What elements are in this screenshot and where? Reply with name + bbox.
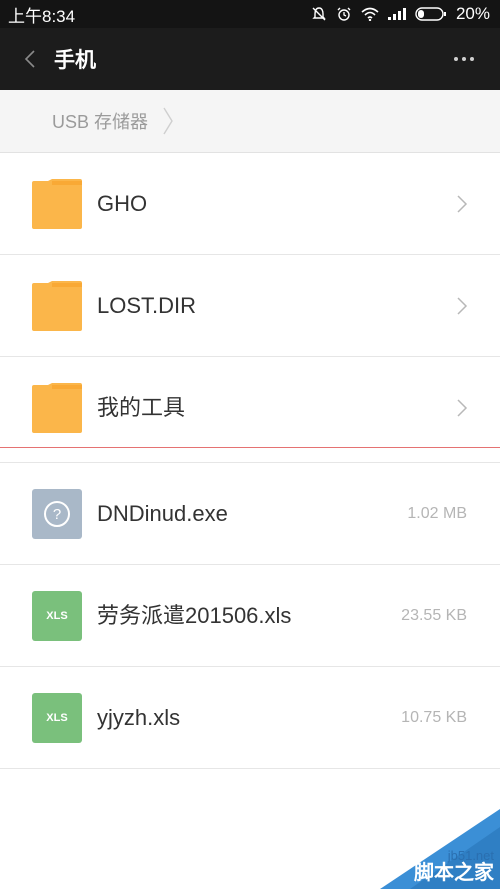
watermark-brand: 脚本之家 <box>414 862 494 884</box>
file-name: 劳务派遣201506.xls <box>97 603 292 628</box>
chevron-left-icon <box>24 50 35 68</box>
signal-icon <box>387 8 406 20</box>
status-time: 上午8:34 <box>8 6 76 26</box>
more-dot <box>462 57 466 61</box>
breadcrumb: USB 存储器 <box>0 90 500 153</box>
back-button[interactable] <box>10 28 50 90</box>
file-size: 10.75 KB <box>401 709 467 726</box>
more-dot <box>470 57 474 61</box>
list-item[interactable]: XLS 劳务派遣201506.xls 23.55 KB <box>0 565 500 667</box>
folder-name: 我的工具 <box>97 395 186 420</box>
chevron-right-icon <box>457 195 468 213</box>
chevron-right-icon <box>457 399 468 417</box>
folder-icon <box>32 383 82 433</box>
list-item[interactable]: LOST.DIR <box>0 255 500 357</box>
wifi-icon <box>361 7 379 21</box>
watermark: jb51.net 脚本之家 <box>380 809 500 889</box>
list-item[interactable]: XLS yjyzh.xls 10.75 KB <box>0 667 500 769</box>
folder-name: LOST.DIR <box>97 293 197 318</box>
more-dot <box>454 57 458 61</box>
battery-icon <box>415 7 447 21</box>
app-bar: 手机 <box>0 28 500 90</box>
more-options-button[interactable] <box>450 50 478 68</box>
xls-icon-label: XLS <box>46 610 68 622</box>
file-size: 23.55 KB <box>401 607 467 624</box>
section-gap <box>0 448 500 463</box>
folder-icon <box>32 281 82 331</box>
chevron-right-icon <box>163 107 173 135</box>
list-item[interactable]: ? DNDinud.exe 1.02 MB <box>0 463 500 565</box>
xls-file-icon: XLS <box>32 591 82 641</box>
mute-icon <box>311 6 327 22</box>
status-bar: 上午8:34 20% <box>0 0 500 28</box>
battery-percent: 20% <box>455 4 490 23</box>
file-list: GHO LOST.DIR 我的工具 ? DNDinud.exe 1.02 MB … <box>0 153 500 769</box>
alarm-icon <box>336 6 352 22</box>
folder-name: GHO <box>97 191 148 216</box>
unknown-file-icon: ? <box>32 489 82 539</box>
file-name: DNDinud.exe <box>97 501 228 526</box>
page-title: 手机 <box>54 49 96 72</box>
svg-text:?: ? <box>53 506 61 523</box>
list-item[interactable]: GHO <box>0 153 500 255</box>
folder-icon <box>32 179 82 229</box>
status-icons: 20% <box>311 4 490 24</box>
xls-file-icon: XLS <box>32 693 82 743</box>
file-size: 1.02 MB <box>407 505 467 522</box>
file-name: yjyzh.xls <box>97 705 181 730</box>
breadcrumb-item-usb[interactable]: USB 存储器 <box>52 108 148 134</box>
xls-icon-label: XLS <box>46 712 68 724</box>
list-item[interactable]: 我的工具 <box>0 357 500 447</box>
chevron-right-icon <box>457 297 468 315</box>
